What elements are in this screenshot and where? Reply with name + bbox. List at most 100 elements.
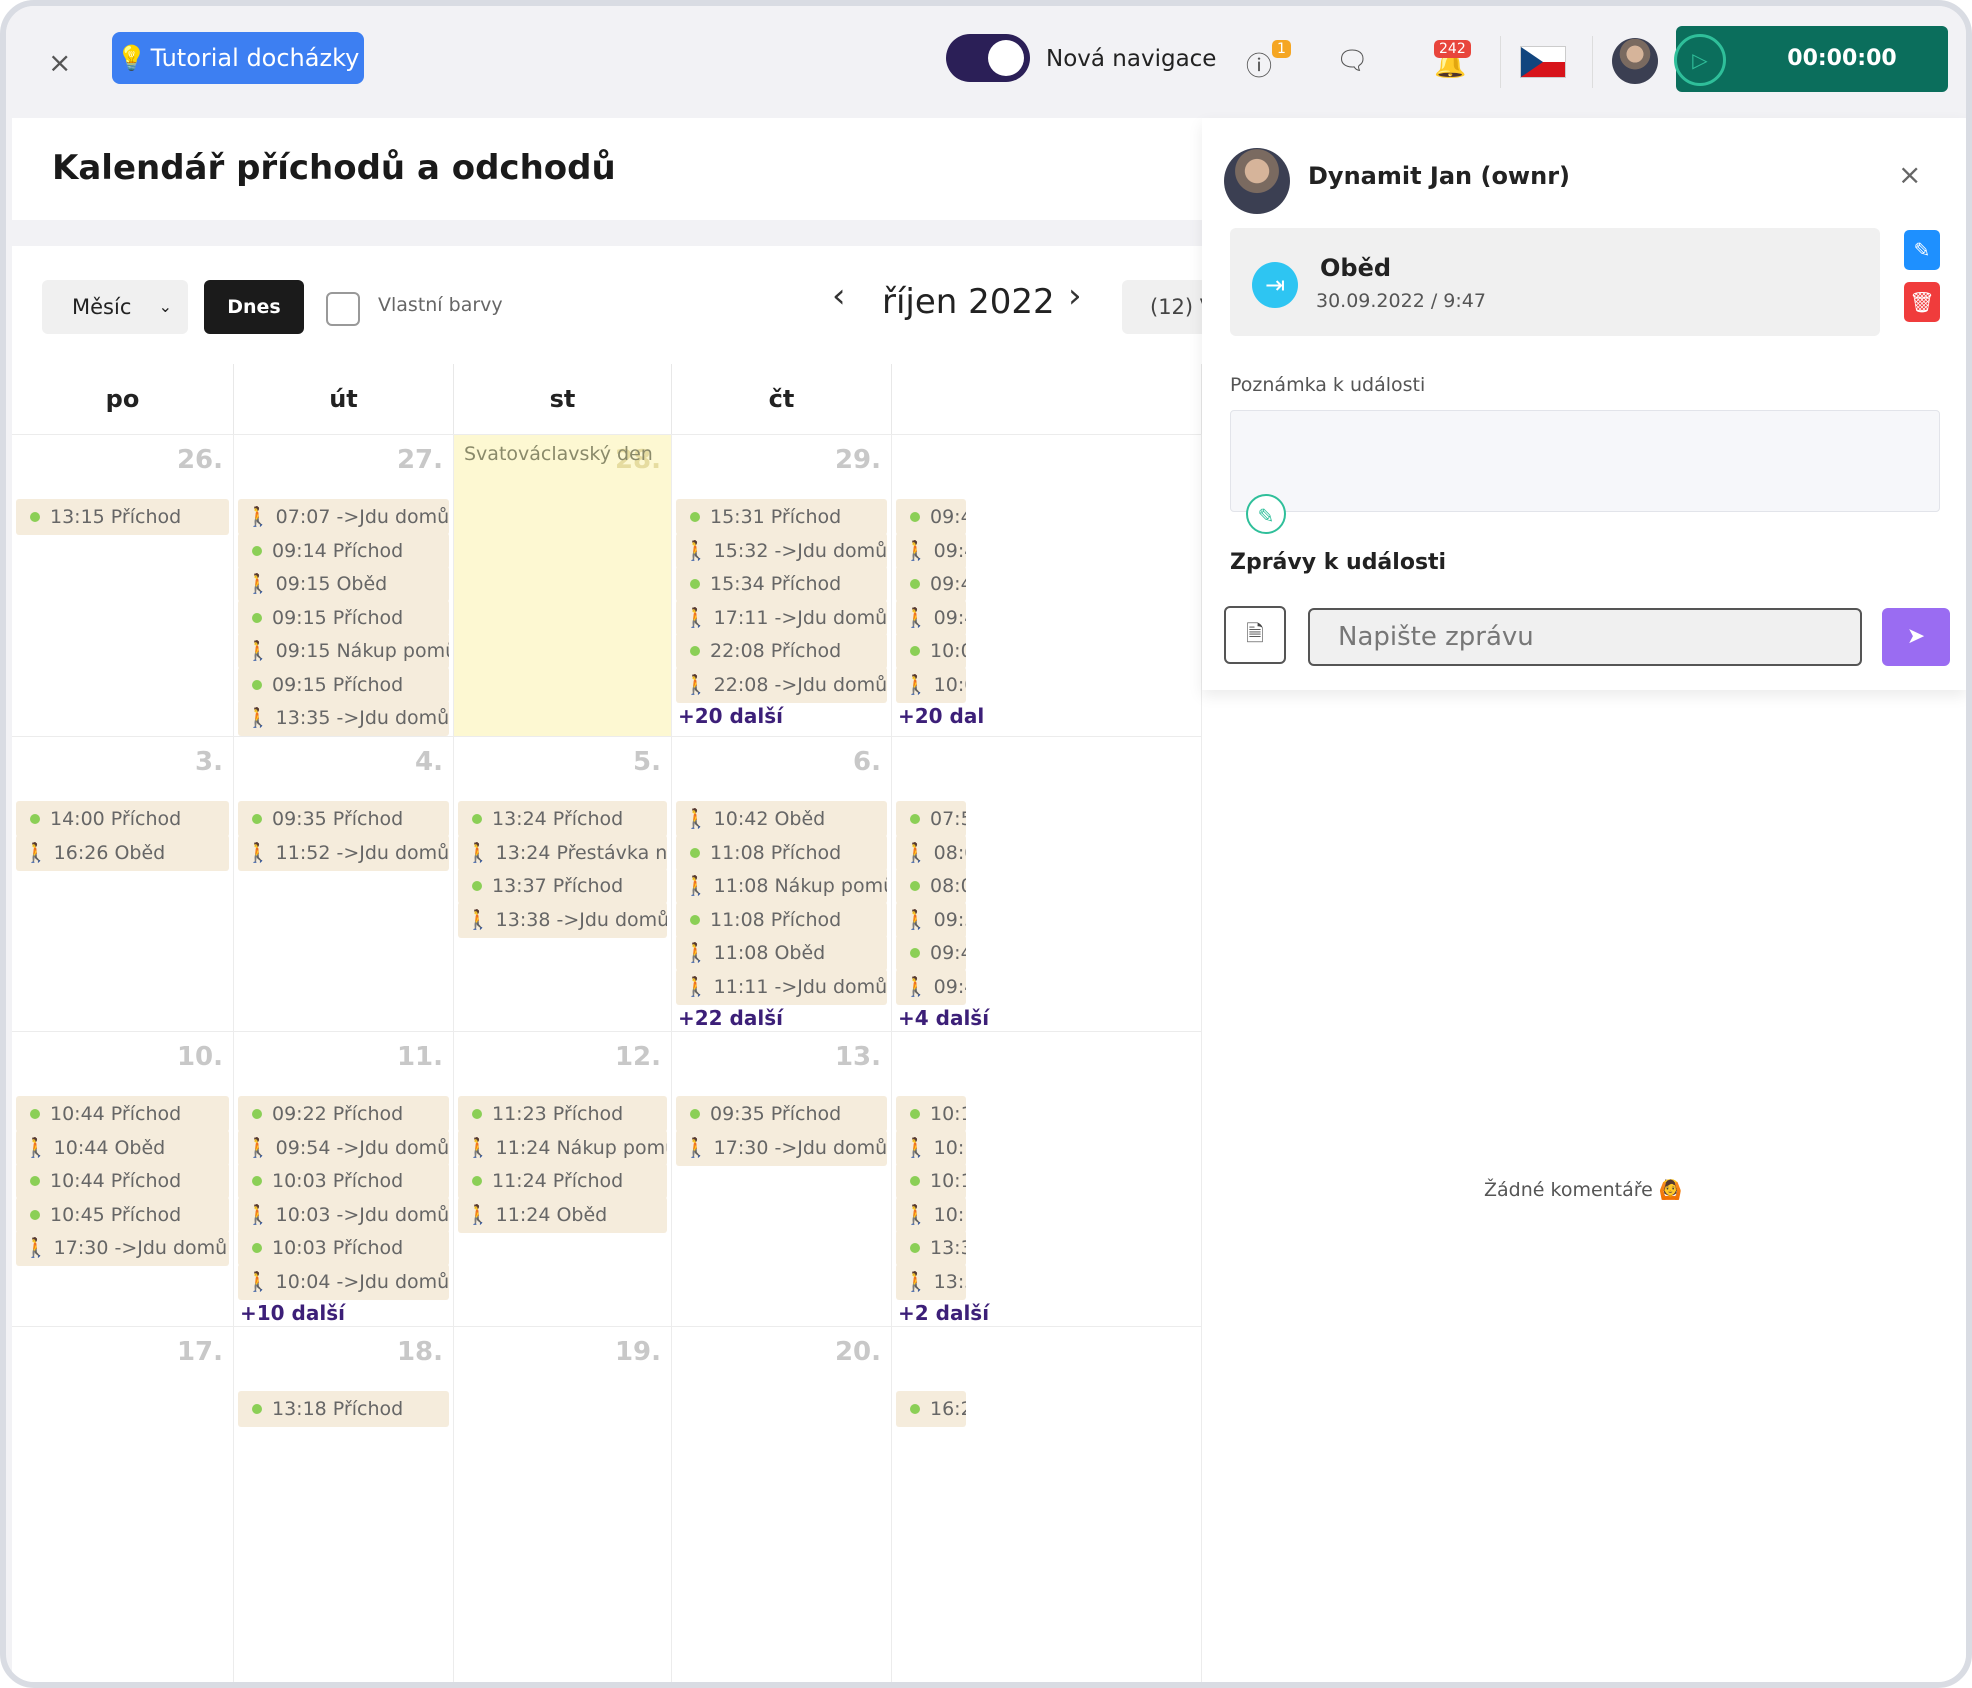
calendar-day-cell[interactable]: 3. 14:00 Příchod 🚶 16:26 Oběd [12,736,234,1031]
calendar-event[interactable]: 22:08 Příchod [676,633,887,669]
calendar-event[interactable]: 10:44 Příchod [16,1163,229,1199]
calendar-event[interactable]: 10:11 [896,1096,966,1132]
alert-icon[interactable]: ⓘ [1246,46,1272,83]
calendar-event[interactable]: 13:15 Příchod [16,499,229,535]
calendar-event[interactable]: 🚶 09:15 Oběd [238,566,449,602]
more-events-link[interactable]: +10 další [240,1301,345,1325]
message-input[interactable] [1308,608,1862,666]
calendar-day-cell[interactable]: 29. 15:31 Příchod 🚶 15:32 ->Jdu domů 15:34 P… [672,434,892,736]
calendar-event[interactable]: 🚶09:47 [896,532,966,569]
calendar-day-cell[interactable]: 10. 10:44 Příchod 🚶 10:44 Oběd 10:44 Příchod… [12,1031,234,1326]
calendar-event[interactable]: 16:22 [896,1391,966,1427]
calendar-event[interactable]: 10:11 [896,1163,966,1199]
calendar-event[interactable]: 🚶10:11 [896,1129,966,1166]
more-events-link[interactable]: +20 další [678,704,783,728]
calendar-event[interactable]: 11:08 Příchod [676,901,887,938]
calendar-day-cell[interactable]: 07:5🚶08:0108:0🚶09:3209:4🚶09:49+4 další [892,736,1202,1031]
calendar-event[interactable]: 14:00 Příchod [16,801,229,837]
calendar-event[interactable]: 11:23 Příchod [458,1096,667,1132]
custom-colors-checkbox[interactable] [326,292,360,326]
calendar-event[interactable]: 🚶09:15 Nákup pomůcek [238,633,449,669]
calendar-event[interactable]: 13:37 Příchod [458,868,667,904]
calendar-day-cell[interactable]: 20. [672,1326,892,1682]
close-icon[interactable]: × [48,46,71,79]
more-events-link[interactable]: +2 další [898,1301,989,1325]
calendar-day-cell[interactable]: 12.11:23 Příchod🚶11:24 Nákup pomůcek11:2… [454,1031,672,1326]
calendar-event[interactable]: 🚶 16:26 Oběd [16,834,229,871]
attach-file-button[interactable]: 🗎 [1224,606,1286,664]
calendar-day-cell[interactable]: 19. [454,1326,672,1682]
next-month-icon[interactable]: › [1068,276,1082,316]
calendar-event[interactable]: 07:5 [896,801,966,837]
calendar-day-cell[interactable]: 26. 13:15 Příchod [12,434,234,736]
calendar-day-cell[interactable]: 16:22 [892,1326,1202,1682]
calendar-event[interactable]: 🚶09:49 [896,968,966,1005]
calendar-day-cell[interactable]: 27. 🚶 07:07 ->Jdu domů 09:14 Příchod 🚶 09:15 … [234,434,454,736]
calendar-event[interactable]: 🚶 13:38 ->Jdu domů [458,901,667,938]
calendar-event[interactable]: 11:24 Příchod [458,1163,667,1199]
calendar-event[interactable]: 🚶 15:32 ->Jdu domů [676,532,887,569]
calendar-day-cell[interactable]: 28. Svatováclavský den [454,434,672,736]
calendar-day-cell[interactable]: 11. 09:22 Příchod 🚶 09:54 ->Jdu domů 10:03 P… [234,1031,454,1326]
prev-month-icon[interactable]: ‹ [832,276,846,316]
calendar-event[interactable]: 🚶09:32 [896,901,966,938]
calendar-event[interactable]: 13:24 Příchod [458,801,667,837]
calendar-event[interactable]: 09:4 [896,566,966,602]
calendar-event[interactable]: 🚶 17:30 ->Jdu domů [676,1129,887,1166]
calendar-event[interactable]: 🚶 11:11 ->Jdu domů [676,968,887,1005]
calendar-event[interactable]: 🚶13:37 [896,1263,966,1300]
calendar-event[interactable]: 10:03 Příchod [238,1163,449,1199]
calendar-event[interactable]: 🚶13:24 Přestávka na koláče [458,834,667,871]
calendar-event[interactable]: 10:44 Příchod [16,1096,229,1132]
more-events-link[interactable]: +4 další [898,1006,989,1030]
chat-icon[interactable]: 🗨 [1336,46,1369,76]
view-mode-select[interactable]: Měsíc ⌄ [42,280,188,334]
close-panel-icon[interactable]: × [1898,158,1921,191]
event-note-textarea[interactable] [1230,410,1940,512]
calendar-event[interactable]: 09:15 Příchod [238,666,449,703]
cz-flag-icon[interactable] [1520,46,1566,78]
calendar-event[interactable]: 10:45 Příchod [16,1196,229,1233]
calendar-day-cell[interactable]: 17. [12,1326,234,1682]
calendar-event[interactable]: 10:03 Příchod [238,1230,449,1266]
new-navigation-toggle[interactable] [946,34,1030,82]
calendar-event[interactable]: 🚶 07:07 ->Jdu domů [238,499,449,535]
send-message-button[interactable]: ➤ [1882,608,1950,666]
calendar-event[interactable]: 🚶 11:08 Oběd [676,935,887,971]
calendar-event[interactable]: 13:36 [896,1230,966,1266]
edit-event-button[interactable]: ✎ [1904,230,1940,270]
calendar-event[interactable]: 09:35 Příchod [676,1096,887,1132]
calendar-day-cell[interactable]: 10:11🚶10:1110:11🚶10:1113:36🚶13:37+2 dalš… [892,1031,1202,1326]
delete-event-button[interactable]: 🗑 [1904,282,1940,322]
calendar-event[interactable]: 🚶 22:08 ->Jdu domů [676,666,887,703]
calendar-event[interactable]: 🚶 10:42 Oběd [676,801,887,837]
calendar-event[interactable]: 🚶 17:11 ->Jdu domů [676,599,887,636]
calendar-event[interactable]: 09:22 Příchod [238,1096,449,1132]
calendar-event[interactable]: 🚶 10:03 ->Jdu domů [238,1196,449,1233]
calendar-event[interactable]: 11:08 Příchod [676,834,887,871]
today-button[interactable]: Dnes [204,280,304,334]
calendar-event[interactable]: 09:35 Příchod [238,801,449,837]
calendar-event[interactable]: 15:31 Příchod [676,499,887,535]
calendar-day-cell[interactable]: 5.13:24 Příchod🚶13:24 Přestávka na koláč… [454,736,672,1031]
employee-select[interactable]: (12) V [1122,280,1202,334]
calendar-event[interactable]: 09:14 Příchod [238,532,449,569]
calendar-day-cell[interactable]: 4. 09:35 Příchod 🚶 11:52 ->Jdu domů [234,736,454,1031]
calendar-day-cell[interactable]: 13. 09:35 Příchod 🚶 17:30 ->Jdu domů [672,1031,892,1326]
calendar-event[interactable]: 🚶09:4 [896,599,966,636]
calendar-event[interactable]: 09:4 [896,499,966,535]
calendar-event[interactable]: 🚶 10:04 ->Jdu domů [238,1263,449,1300]
calendar-event[interactable]: 09:15 Příchod [238,599,449,636]
calendar-event[interactable]: 🚶 17:30 ->Jdu domů [16,1230,229,1266]
calendar-event[interactable]: 09:4 [896,935,966,971]
calendar-event[interactable]: 🚶11:08 Nákup pomůcek [676,868,887,904]
calendar-event[interactable]: 🚶10:02 [896,666,966,703]
calendar-event[interactable]: 🚶 10:44 Oběd [16,1129,229,1166]
play-icon[interactable]: ▷ [1674,34,1726,86]
edit-note-icon[interactable]: ✎ [1246,494,1286,534]
calendar-event[interactable]: 🚶 11:52 ->Jdu domů [238,834,449,871]
calendar-day-cell[interactable]: 18. 13:18 Příchod [234,1326,454,1682]
tutorial-button[interactable]: 💡 Tutorial docházky [112,32,364,84]
more-events-link[interactable]: +20 dal [898,704,984,728]
user-avatar[interactable] [1612,38,1658,84]
